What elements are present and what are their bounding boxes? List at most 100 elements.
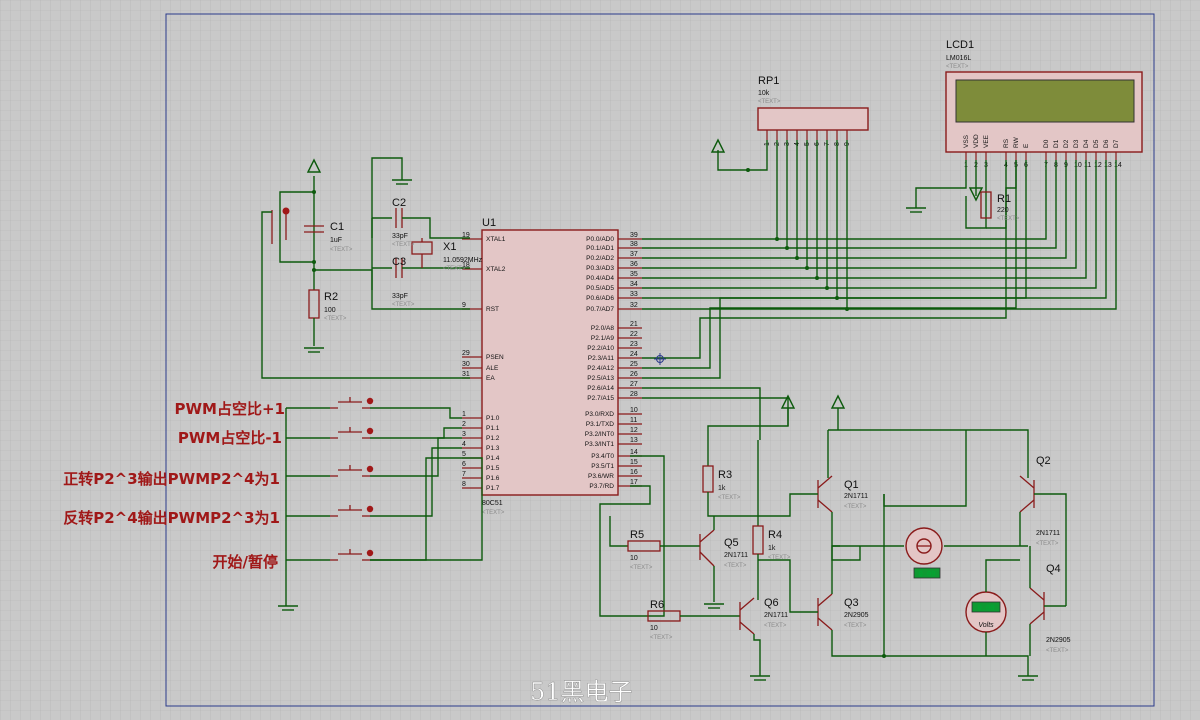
u1-pin-name: P2.5/A13: [587, 375, 614, 382]
c3-text: <TEXT>: [392, 302, 415, 308]
u1-pin-number: 31: [462, 371, 470, 378]
u1-type: 80C51: [482, 500, 503, 507]
u1-pin-name: XTAL1: [486, 236, 506, 243]
lcd-screen: [955, 79, 1135, 123]
u1-pin-number: 11: [630, 417, 637, 424]
button-cap-icon[interactable]: [366, 427, 374, 435]
button-cap-icon[interactable]: [366, 397, 374, 405]
r2-value: 100: [324, 307, 336, 314]
u1-pin-number: 39: [630, 232, 638, 239]
u1-pin-number: 5: [462, 451, 466, 458]
q6-ref: Q6: [764, 597, 779, 609]
u1-pin-name: P1.4: [486, 455, 500, 462]
u1-pin-name: P0.6/AD6: [586, 295, 614, 302]
rp1-ref: RP1: [758, 75, 779, 87]
u1-pin-name: P1.1: [486, 425, 500, 432]
u1-text: <TEXT>: [482, 510, 505, 516]
lcd-pin-number: 12: [1094, 162, 1102, 169]
button-cap-icon[interactable]: [366, 549, 374, 557]
q5-value: 2N1711: [724, 552, 748, 559]
r2-text: <TEXT>: [324, 316, 347, 322]
c2-value: 33pF: [392, 233, 408, 240]
u1-pin-number: 4: [462, 441, 466, 448]
lcd-pin-name: VEE: [983, 134, 990, 148]
u1-pin-number: 12: [630, 427, 638, 434]
watermark: 51黑电子: [530, 678, 633, 706]
q3-ref: Q3: [844, 597, 859, 609]
u1-pin-number: 7: [462, 471, 466, 478]
c1-text: <TEXT>: [330, 247, 353, 253]
c1-value: 1uF: [330, 237, 342, 244]
u1-pin-name: P2.2/A10: [587, 345, 614, 352]
u1-pin-name: P2.1/A9: [591, 335, 615, 342]
btn-label-forward: 正转P2^3输出PWMP2^4为1: [63, 470, 280, 488]
lcd-model: LM016L: [946, 55, 971, 62]
lcd-pin-name: D4: [1083, 139, 1090, 148]
u1-pin-number: 24: [630, 351, 638, 358]
u1-pin-number: 13: [630, 437, 638, 444]
u1-pin-name: P3.6/WR: [588, 473, 614, 480]
u1-pin-number: 17: [630, 479, 638, 486]
r2-ref: R2: [324, 291, 338, 303]
r4-value: 1k: [768, 545, 776, 552]
u1-pin-number: 2: [462, 421, 466, 428]
u1-pin-name: P1.5: [486, 465, 500, 472]
c2-text: <TEXT>: [392, 242, 415, 248]
lcd-pin-name: D0: [1043, 139, 1050, 148]
r6-ref: R6: [650, 599, 664, 611]
lcd-ref: LCD1: [946, 39, 974, 51]
u1-pin-name: P3.4/T0: [591, 453, 614, 460]
u1-pin-name: P2.3/A11: [588, 355, 615, 362]
u1-pin-number: 21: [630, 321, 638, 328]
u1-pin-number: 27: [630, 381, 638, 388]
u1-pin-name: P0.4/AD4: [586, 275, 614, 282]
lcd-pin-name: D7: [1113, 139, 1120, 148]
c3-ref: C3: [392, 256, 406, 268]
u1-pin-number: 25: [630, 361, 638, 368]
c3-value: 33pF: [392, 293, 408, 300]
voltmeter-label: Volts: [978, 622, 994, 629]
r6-value: 10: [650, 625, 658, 632]
q5-ref: Q5: [724, 537, 739, 549]
u1-pin-number: 14: [630, 449, 638, 456]
u1-pin-number: 23: [630, 341, 638, 348]
u1-pin-name: P2.6/A14: [587, 385, 614, 392]
u1-pin-number: 8: [462, 481, 466, 488]
u1-pin-name: P0.0/AD0: [586, 236, 614, 243]
lcd-pin-number: 14: [1114, 162, 1122, 169]
r3-ref: R3: [718, 469, 732, 481]
x1-value: 11.0592MHz: [443, 257, 483, 264]
r5-ref: R5: [630, 529, 644, 541]
motor-reading: 0.00: [919, 571, 936, 579]
u1-pin-number: 37: [630, 251, 638, 258]
u1-pin-name: P2.7/A15: [587, 395, 614, 402]
lcd-pin-name: D1: [1053, 139, 1060, 148]
u1-microcontroller[interactable]: 19XTAL118XTAL29RST29PSEN30ALE31EA1P1.02P…: [462, 217, 642, 516]
u1-pin-number: 26: [630, 371, 638, 378]
q4-ref: Q4: [1046, 563, 1061, 575]
q3-value: 2N2905: [844, 612, 869, 619]
u1-pin-name: P3.3/INT1: [585, 441, 615, 448]
schematic-canvas[interactable]: 19XTAL118XTAL29RST29PSEN30ALE31EA1P1.02P…: [0, 0, 1200, 720]
c1-ref: C1: [330, 221, 344, 233]
u1-pin-name: P1.6: [486, 475, 500, 482]
q4-text: <TEXT>: [1046, 648, 1069, 654]
u1-pin-name: PSEN: [486, 354, 504, 361]
r4-text: <TEXT>: [768, 555, 791, 561]
u1-pin-number: 1: [462, 411, 466, 418]
r3-value: 1k: [718, 485, 726, 492]
u1-pin-number: 3: [462, 431, 466, 438]
lcd-pin-number: 11: [1084, 162, 1091, 169]
u1-pin-name: P0.3/AD3: [586, 265, 614, 272]
u1-ref: U1: [482, 217, 496, 229]
u1-pin-number: 16: [630, 469, 638, 476]
q2-value: 2N1711: [1036, 530, 1060, 537]
u1-pin-number: 34: [630, 281, 638, 288]
u1-pin-number: 38: [630, 241, 638, 248]
u1-pin-name: P2.4/A12: [587, 365, 614, 372]
q1-text: <TEXT>: [844, 504, 867, 510]
lcd-pin-number: 10: [1074, 162, 1082, 169]
button-cap-icon[interactable]: [366, 465, 374, 473]
btn-label-reverse: 反转P2^4输出PWMP2^3为1: [63, 509, 280, 527]
button-cap-icon[interactable]: [366, 505, 374, 513]
